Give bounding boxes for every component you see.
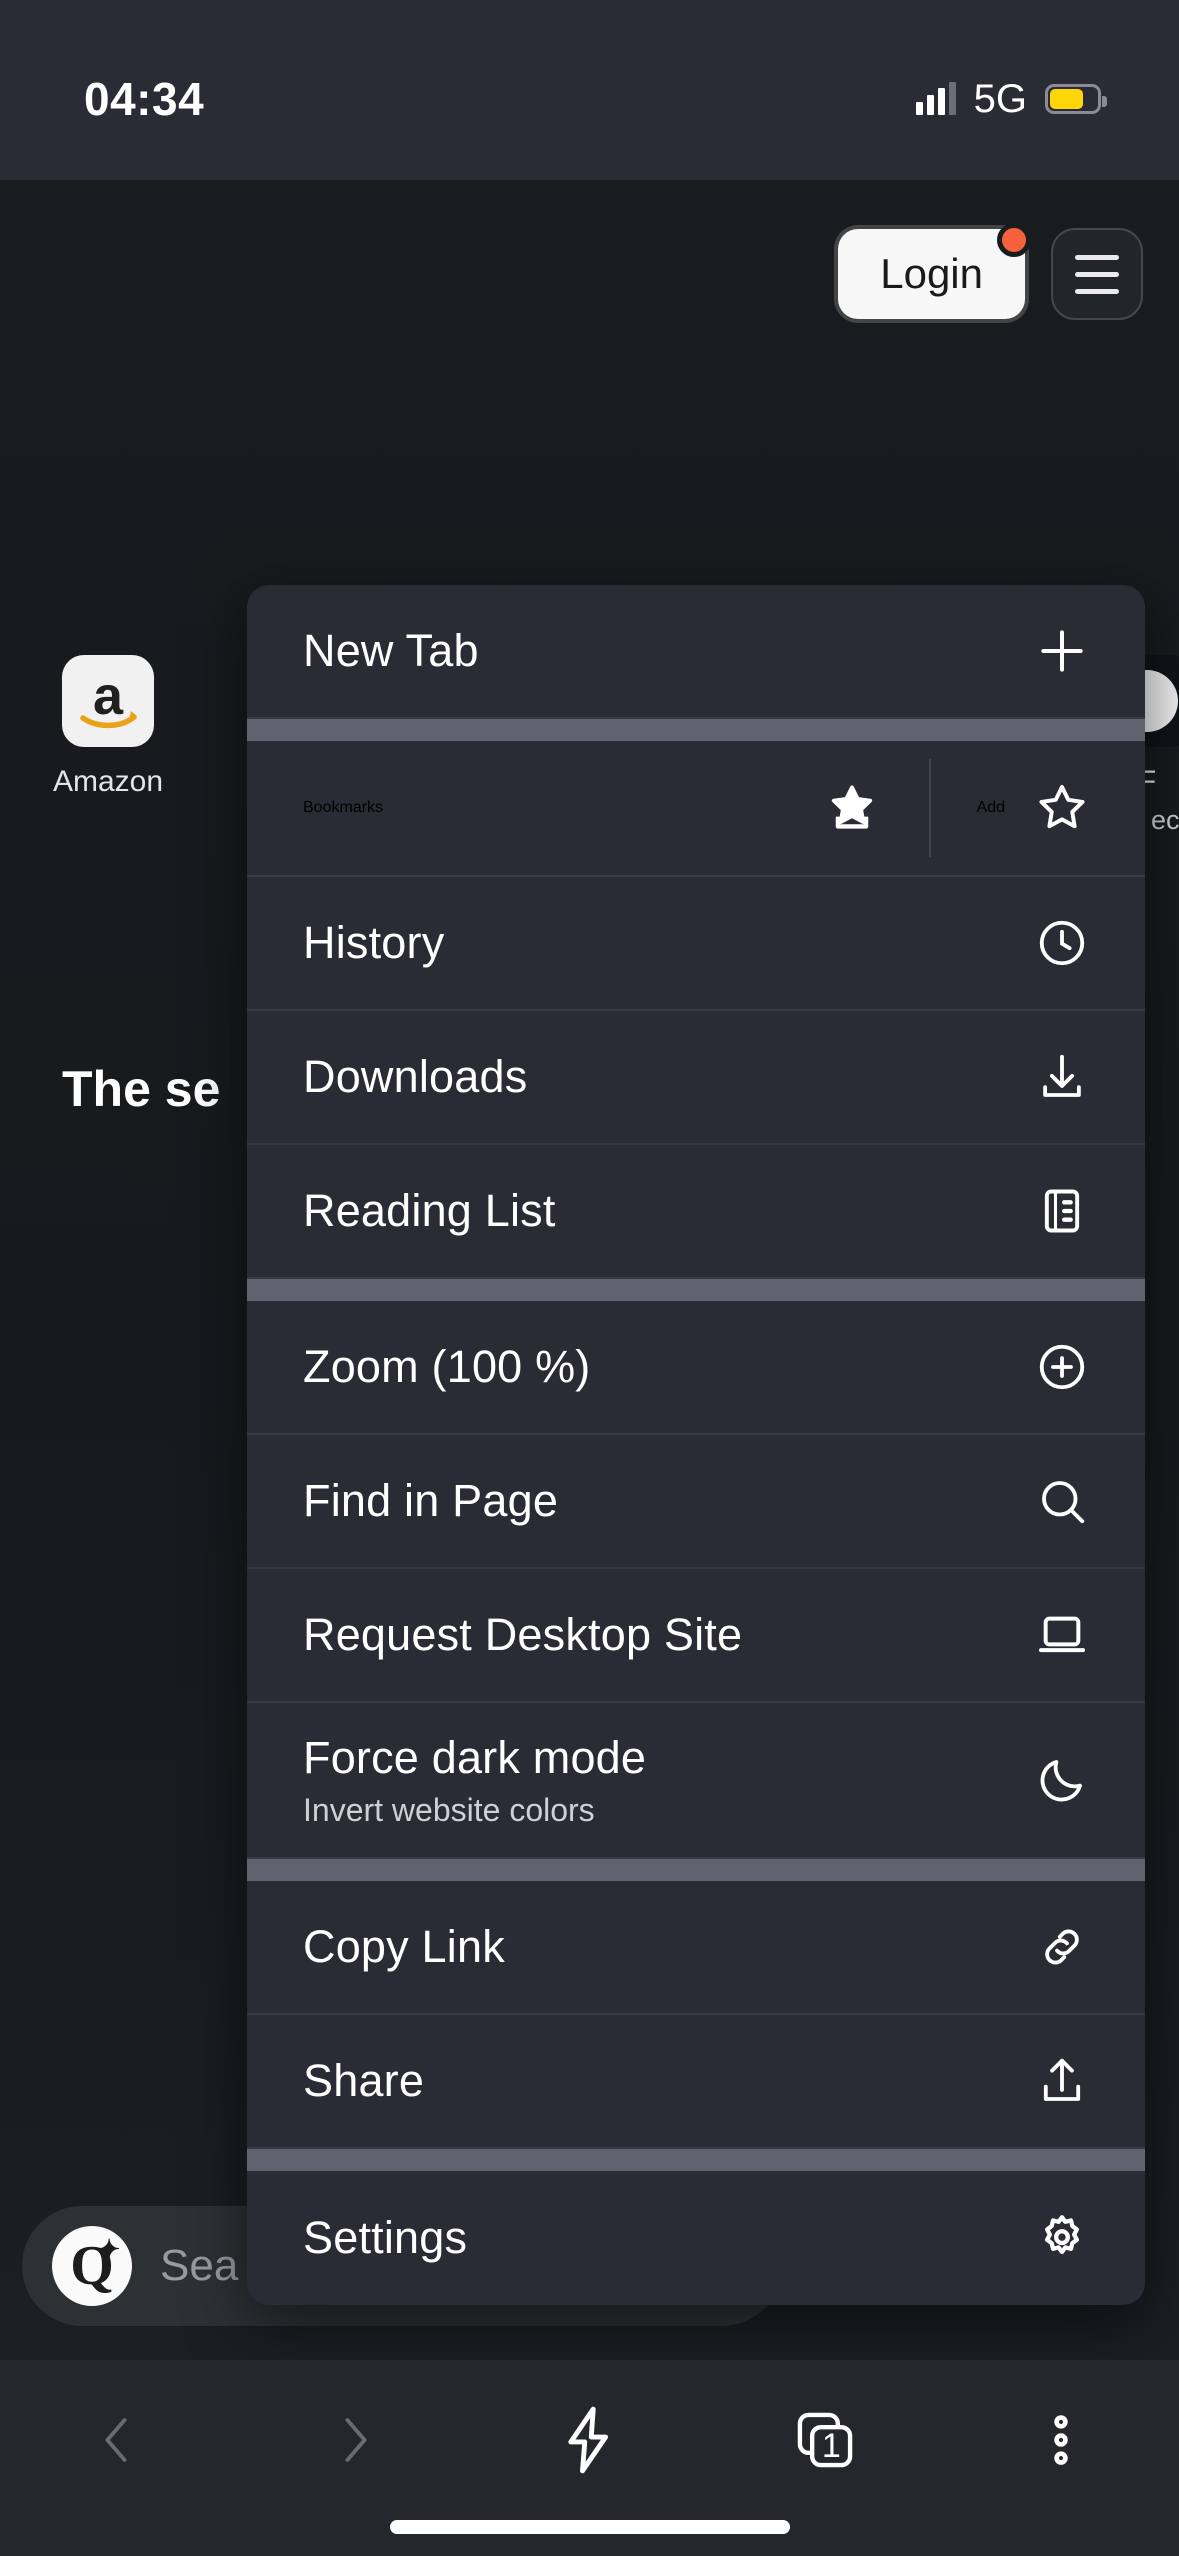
reading-list-icon — [1031, 1180, 1093, 1242]
network-type-label: 5G — [973, 76, 1027, 121]
menu-item-history[interactable]: History — [247, 877, 1145, 1011]
search-icon — [1031, 1470, 1093, 1532]
menu-item-label: Force dark mode — [303, 1731, 647, 1783]
menu-section-separator — [247, 719, 1145, 741]
link-icon — [1031, 1916, 1093, 1978]
site-menu-button[interactable] — [1051, 228, 1143, 320]
tab-count-label: 1 — [821, 2426, 841, 2465]
back-button[interactable] — [58, 2388, 178, 2492]
menu-section-separator — [247, 2149, 1145, 2171]
login-button-label: Login — [880, 250, 983, 297]
browser-toolbar: 1 — [0, 2360, 1179, 2556]
menu-item-label: Bookmarks — [303, 799, 384, 816]
tabs-button[interactable]: 1 — [765, 2388, 885, 2492]
menu-item-new-tab[interactable]: New Tab — [247, 585, 1145, 719]
clock-icon — [1031, 912, 1093, 974]
forward-button[interactable] — [294, 2388, 414, 2492]
browser-menu-panel: New Tab Bookmarks Add History Downloads … — [247, 585, 1145, 2305]
menu-item-label: Downloads — [303, 1051, 528, 1102]
qwant-q-icon: Q ✦ — [52, 2226, 132, 2306]
share-icon — [1031, 2050, 1093, 2112]
menu-section-separator — [247, 1859, 1145, 1881]
chevron-left-icon — [105, 2418, 127, 2462]
gear-icon — [1031, 2207, 1093, 2269]
turbo-button[interactable] — [529, 2388, 649, 2492]
menu-item-label: Request Desktop Site — [303, 1609, 743, 1660]
hamburger-icon-line — [1075, 271, 1119, 277]
menu-item-copy-link[interactable]: Copy Link — [247, 1881, 1145, 2015]
status-time: 04:34 — [84, 73, 205, 125]
menu-item-settings[interactable]: Settings — [247, 2171, 1145, 2305]
search-input[interactable]: Sea — [160, 2241, 238, 2291]
menu-item-force-dark-mode[interactable]: Force dark mode Invert website colors — [247, 1703, 1145, 1859]
menu-item-bookmarks-row: Bookmarks Add — [247, 741, 1145, 877]
phone-screen: 04:34 5G Login a Amazon F ec The se Q ✦ … — [0, 0, 1179, 2556]
menu-item-label: History — [303, 917, 445, 968]
amazon-logo-icon: a — [62, 655, 155, 747]
menu-item-request-desktop-site[interactable]: Request Desktop Site — [247, 1569, 1145, 1703]
menu-item-label: Copy Link — [303, 1921, 505, 1972]
menu-item-label: Find in Page — [303, 1475, 559, 1526]
menu-item-bookmarks[interactable]: Bookmarks — [247, 741, 929, 875]
zoom-in-icon — [1031, 1336, 1093, 1398]
status-bar: 04:34 5G — [0, 0, 1179, 180]
menu-item-label: Settings — [303, 2212, 468, 2263]
bookmark-star-icon — [821, 777, 883, 839]
lightning-bolt-icon — [568, 2406, 609, 2474]
star-outline-icon — [1031, 777, 1093, 839]
menu-item-downloads[interactable]: Downloads — [247, 1011, 1145, 1145]
menu-item-zoom[interactable]: Zoom (100 %) — [247, 1301, 1145, 1435]
plus-icon — [1031, 620, 1093, 682]
svg-text:a: a — [93, 666, 124, 726]
menu-item-share[interactable]: Share — [247, 2015, 1145, 2149]
battery-icon — [1045, 84, 1107, 114]
page-top-controls: Login — [838, 223, 1143, 320]
menu-item-reading-list[interactable]: Reading List — [247, 1145, 1145, 1279]
shortcut-label: Amazon — [53, 765, 164, 798]
shortcut-sub-label: ect — [1150, 805, 1179, 835]
hamburger-icon-line — [1075, 288, 1119, 294]
menu-item-label: New Tab — [303, 625, 479, 676]
login-button[interactable]: Login — [838, 223, 1031, 319]
moon-icon — [1031, 1749, 1093, 1811]
menu-item-add-bookmark[interactable]: Add — [931, 741, 1145, 875]
shortcut-amazon[interactable]: a Amazon — [53, 655, 163, 799]
laptop-icon — [1031, 1604, 1093, 1666]
hamburger-icon-line — [1075, 254, 1119, 260]
menu-item-label: Reading List — [303, 1185, 556, 1236]
home-indicator — [389, 2520, 790, 2534]
status-indicators: 5G — [915, 59, 1107, 122]
notification-dot-icon — [997, 223, 1031, 257]
menu-item-sublabel: Invert website colors — [303, 1791, 595, 1828]
menu-item-label: Zoom (100 %) — [303, 1341, 591, 1392]
menu-item-find-in-page[interactable]: Find in Page — [247, 1435, 1145, 1569]
menu-section-separator — [247, 1279, 1145, 1301]
more-options-button[interactable] — [1001, 2388, 1121, 2492]
download-icon — [1031, 1046, 1093, 1108]
chevron-right-icon — [345, 2418, 367, 2462]
page-heading: The se — [62, 1061, 221, 1117]
three-dots-icon — [1054, 2415, 1068, 2465]
menu-action-label: Add — [976, 799, 1005, 816]
menu-item-label: Share — [303, 2055, 425, 2106]
signal-bars-icon — [915, 82, 956, 115]
sparkle-icon: ✦ — [98, 2235, 120, 2264]
